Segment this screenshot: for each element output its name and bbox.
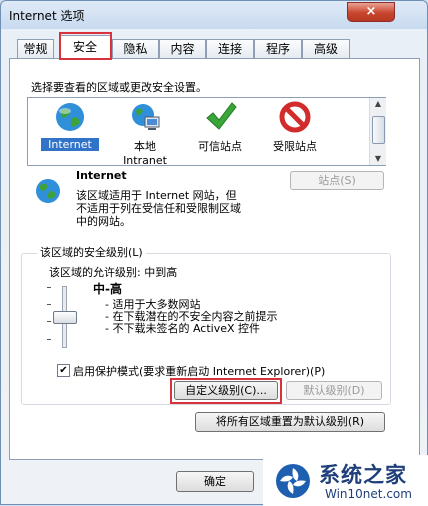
window-title: Internet 选项: [9, 9, 85, 23]
zone-intranet-label-1: 本地: [134, 140, 156, 153]
slider-tick: [47, 339, 51, 340]
ok-button[interactable]: 确定: [176, 471, 254, 492]
checkmark-icon: [206, 102, 237, 130]
tab-general[interactable]: 常规: [17, 39, 54, 58]
tab-privacy[interactable]: 隐私: [112, 39, 159, 58]
zone-prompt: 选择要查看的区域或更改安全设置。: [31, 81, 207, 94]
tab-advanced[interactable]: 高级: [302, 39, 350, 58]
zone-restricted-sites[interactable]: 受限站点: [265, 101, 325, 154]
protected-mode-label: 启用保护模式(要求重新启动 Internet Explorer)(P): [73, 365, 326, 378]
watermark-brand: 系统之家: [319, 463, 407, 487]
watermark-url: Win10net.com: [325, 487, 412, 501]
zone-local-intranet[interactable]: 本地 Intranet: [117, 101, 173, 167]
scroll-thumb[interactable]: [372, 116, 385, 144]
slider-tick: [47, 287, 51, 288]
tab-programs[interactable]: 程序: [254, 39, 302, 58]
allowed-levels-text: 该区域的允许级别: 中到高: [49, 266, 178, 279]
zone-internet-label: Internet: [41, 138, 99, 151]
local-intranet-icon: [132, 104, 160, 130]
tab-security[interactable]: 安全: [59, 35, 111, 59]
default-level-button[interactable]: 默认级别(D): [286, 381, 382, 400]
security-level-group-label: 该区域的安全级别(L): [37, 244, 146, 260]
tab-content[interactable]: 内容: [159, 39, 206, 58]
slider-tick: [47, 321, 51, 322]
zone-desc-line-3: 中的网站。: [76, 215, 131, 228]
watermark-logo: 系统之家 Win10net.com: [263, 455, 428, 506]
zone-trusted-label: 可信站点: [198, 140, 242, 153]
level-bullet-3: - 不下载未签名的 ActiveX 控件: [105, 322, 261, 335]
no-entry-icon: [279, 101, 311, 133]
zone-list-scrollbar[interactable]: ▲ ▼: [369, 98, 386, 165]
internet-options-dialog: Internet 选项 × 常规 安全 隐私 内容 连接 程序 高级 选择要查看…: [0, 0, 428, 506]
zone-name: Internet: [76, 169, 127, 182]
protected-mode-checkbox[interactable]: ✔: [57, 364, 70, 377]
zone-intranet-label-2: Intranet: [123, 154, 167, 167]
reset-all-zones-button[interactable]: 将所有区域重置为默认级别(R): [195, 412, 385, 432]
scroll-up-icon[interactable]: ▲: [370, 98, 386, 110]
close-button[interactable]: ×: [347, 2, 395, 22]
globe-icon: [56, 103, 84, 131]
scroll-down-icon[interactable]: ▼: [370, 153, 386, 165]
zone-restricted-label: 受限站点: [273, 140, 317, 153]
sites-button[interactable]: 站点(S): [290, 171, 384, 190]
tab-connections[interactable]: 连接: [206, 39, 254, 58]
level-name: 中-高: [93, 282, 122, 296]
security-level-slider-thumb[interactable]: [53, 311, 77, 324]
internet-zone-globe-icon: [36, 179, 60, 203]
watermark-logo-icon: [276, 464, 310, 498]
zone-trusted-sites[interactable]: 可信站点: [191, 101, 249, 154]
zone-internet[interactable]: Internet: [41, 101, 99, 151]
custom-level-button[interactable]: 自定义级别(C)...: [174, 381, 278, 400]
slider-tick: [47, 304, 51, 305]
